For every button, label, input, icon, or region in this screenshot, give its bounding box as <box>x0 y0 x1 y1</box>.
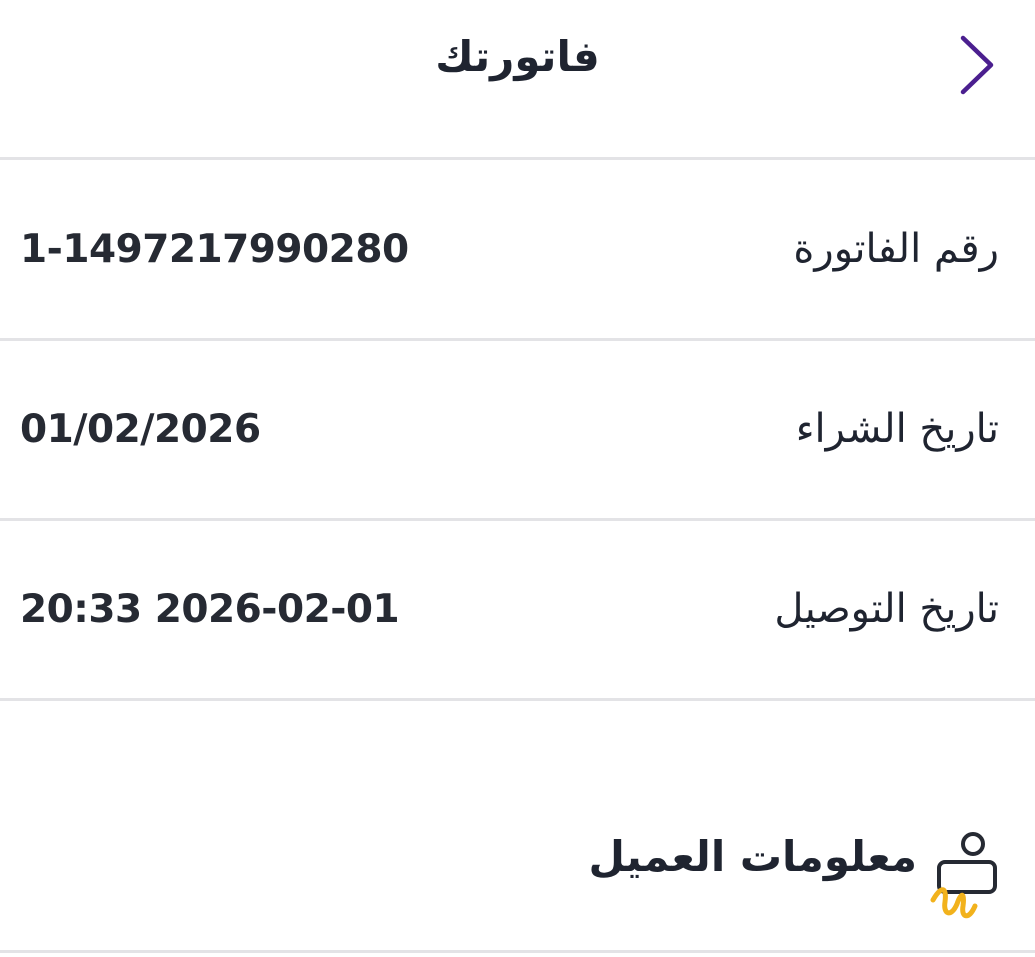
delivery-date-label: تاريخ التوصيل <box>774 586 999 632</box>
invoice-page: فاتورتك رقم الفاتورة 1-1497217990280 تار… <box>0 0 1035 957</box>
section-divider <box>0 950 1035 953</box>
customer-id-card-icon <box>930 832 997 919</box>
invoice-number-label: رقم الفاتورة <box>793 226 999 272</box>
invoice-number-value: 1-1497217990280 <box>20 226 409 272</box>
invoice-number-row: رقم الفاتورة 1-1497217990280 <box>0 160 1035 338</box>
customer-info-title: معلومات العميل <box>588 832 917 881</box>
delivery-date-row: تاريخ التوصيل 20:33 2026-02-01 <box>0 520 1035 698</box>
customer-info-section: معلومات العميل <box>0 700 1035 950</box>
page-title: فاتورتك <box>435 32 600 81</box>
purchase-date-row: تاريخ الشراء 01/02/2026 <box>0 340 1035 518</box>
app-header: فاتورتك <box>0 0 1035 158</box>
purchase-date-label: تاريخ الشراء <box>795 406 999 452</box>
purchase-date-value: 01/02/2026 <box>20 406 261 452</box>
delivery-date-value: 20:33 2026-02-01 <box>20 586 400 632</box>
